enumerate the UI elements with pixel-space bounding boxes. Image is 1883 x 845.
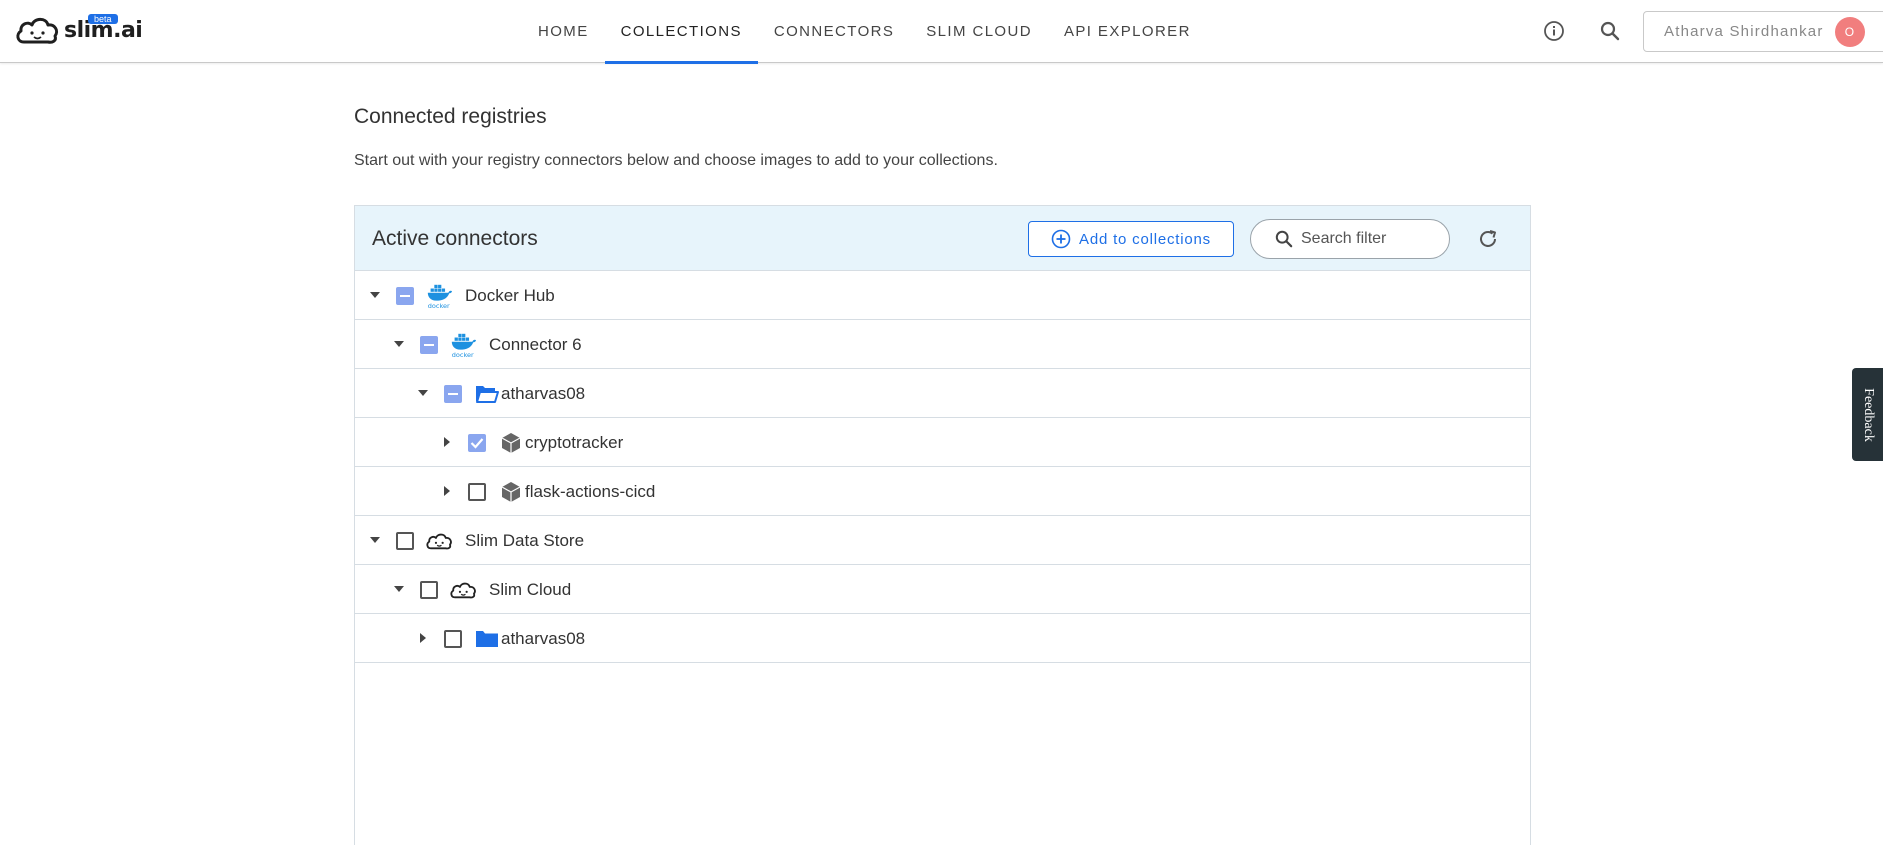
checkbox-slim-cloud[interactable] [420,581,438,599]
nav-collections[interactable]: COLLECTIONS [604,0,759,64]
nav-slim-cloud[interactable]: SLIM CLOUD [910,0,1048,63]
svg-text:docker: docker [428,302,450,310]
nav-home[interactable]: HOME [522,0,605,63]
tree-label: Docker Hub [465,286,555,305]
nav-connectors[interactable]: CONNECTORS [758,0,910,63]
refresh-icon[interactable] [1475,226,1501,252]
tree-row-flask-actions-cicd[interactable]: flask-actions-cicd [355,467,1530,516]
chevron-down-icon[interactable] [368,533,382,547]
tree-label: Connector 6 [489,335,582,354]
add-circle-icon [1051,229,1071,249]
chevron-right-icon[interactable] [440,484,454,498]
tree-label: atharvas08 [501,384,586,403]
feedback-tab[interactable]: Feedback [1852,368,1883,461]
checkbox-docker-hub[interactable] [396,287,414,305]
checkmark-icon [470,438,484,449]
folder-open-icon [473,380,501,408]
chevron-right-icon[interactable] [416,631,430,645]
tree-label: Slim Cloud [489,580,572,599]
info-icon[interactable] [1541,18,1567,44]
svg-text:docker: docker [452,351,474,359]
checkbox-cryptotracker[interactable] [468,434,486,452]
add-to-collections-button[interactable]: Add to collections [1028,221,1234,257]
checkbox-atharvas08[interactable] [444,385,462,403]
chevron-right-icon[interactable] [440,435,454,449]
page-title: Connected registries [354,105,547,128]
folder-icon [473,625,501,653]
search-icon [1275,230,1293,248]
checkbox-atharvas08[interactable] [444,630,462,648]
tree-row-connector-6[interactable]: docker Connector 6 [355,320,1530,369]
slim-ai-logo[interactable]: slim.ai beta [14,13,143,47]
tree-label: atharvas08 [501,629,586,648]
chevron-down-icon[interactable] [392,337,406,351]
package-icon [497,478,525,506]
add-to-collections-label: Add to collections [1079,230,1211,248]
tree-row-docker-hub[interactable]: docker Docker Hub [355,271,1530,320]
user-name: Atharva Shirdhankar [1664,23,1824,40]
checkbox-connector-6[interactable] [420,336,438,354]
page-subtitle: Start out with your registry connectors … [354,152,998,169]
beta-badge: beta [88,14,118,24]
slim-cloud-icon [449,576,477,604]
tree-label: cryptotracker [525,433,624,452]
tree-row-atharvas08-slim[interactable]: atharvas08 [355,614,1530,663]
search-filter[interactable] [1250,219,1450,259]
search-icon[interactable] [1597,18,1623,44]
docker-icon: docker [449,331,477,359]
panel-header: Active connectors Add to collections [355,206,1530,271]
docker-icon: docker [425,282,453,310]
chevron-down-icon[interactable] [392,582,406,596]
chevron-down-icon[interactable] [368,288,382,302]
top-app-bar: slim.ai beta HOME COLLECTIONS CONNECTORS… [0,0,1883,64]
tree-label: flask-actions-cicd [525,482,656,501]
search-filter-input[interactable] [1301,230,1441,248]
main-nav: HOME COLLECTIONS CONNECTORS SLIM CLOUD A… [522,0,1207,64]
tree-row-cryptotracker[interactable]: cryptotracker [355,418,1530,467]
active-connectors-panel: Active connectors Add to collections Sea… [354,205,1531,845]
chevron-down-icon[interactable] [416,386,430,400]
slim-cloud-logo-icon [16,17,59,44]
tree-label: Slim Data Store [465,531,585,550]
checkbox-flask-actions-cicd[interactable] [468,483,486,501]
slim-cloud-icon [425,527,453,555]
tree-row-slim-cloud[interactable]: Slim Cloud [355,565,1530,614]
nav-api-explorer[interactable]: API EXPLORER [1048,0,1207,63]
tree-row-atharvas08-docker[interactable]: atharvas08 [355,369,1530,418]
package-icon [497,429,525,457]
user-menu[interactable]: Atharva Shirdhankar O [1643,11,1883,52]
panel-title: Active connectors [372,227,538,250]
checkbox-slim-data-store[interactable] [396,532,414,550]
avatar: O [1835,17,1865,47]
feedback-label: Feedback [1860,387,1876,442]
tree-row-slim-data-store[interactable]: Slim Data Store [355,516,1530,565]
